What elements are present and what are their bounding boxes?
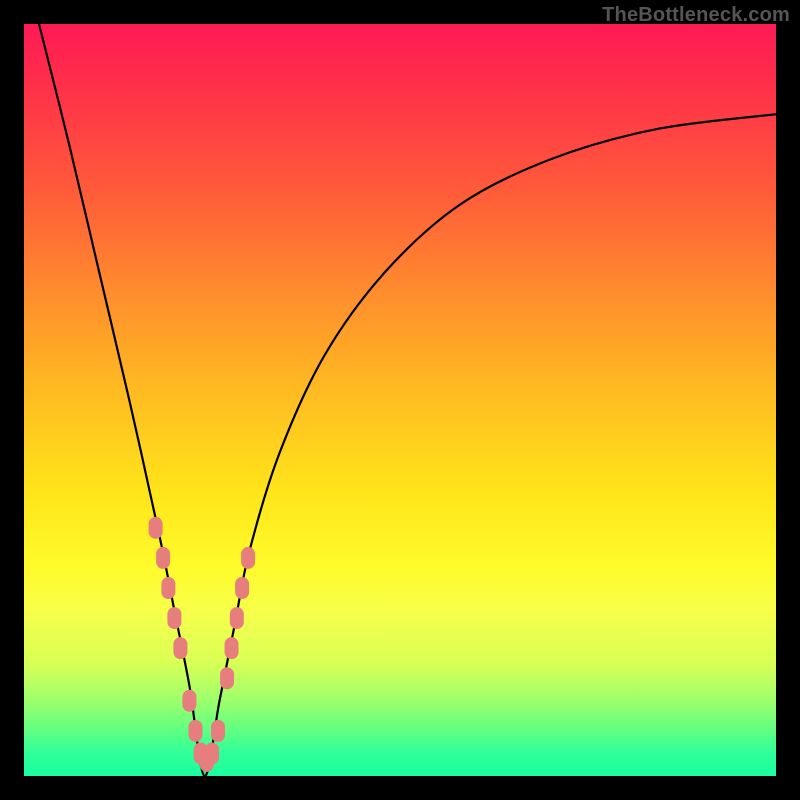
marker-point bbox=[188, 720, 202, 742]
marker-point bbox=[241, 547, 255, 569]
marker-point bbox=[149, 517, 163, 539]
outer-frame: TheBottleneck.com bbox=[0, 0, 800, 800]
marker-point bbox=[220, 667, 234, 689]
marker-point bbox=[167, 607, 181, 629]
marker-point bbox=[235, 577, 249, 599]
marker-point bbox=[173, 637, 187, 659]
marker-point bbox=[156, 547, 170, 569]
bottleneck-curve bbox=[39, 24, 776, 776]
marker-point bbox=[205, 742, 219, 764]
marker-group bbox=[149, 517, 255, 772]
watermark-text: TheBottleneck.com bbox=[602, 4, 790, 27]
marker-point bbox=[225, 637, 239, 659]
marker-point bbox=[211, 720, 225, 742]
plot-area bbox=[24, 24, 776, 776]
marker-point bbox=[161, 577, 175, 599]
marker-point bbox=[230, 607, 244, 629]
curve-layer bbox=[24, 24, 776, 776]
marker-point bbox=[182, 690, 196, 712]
